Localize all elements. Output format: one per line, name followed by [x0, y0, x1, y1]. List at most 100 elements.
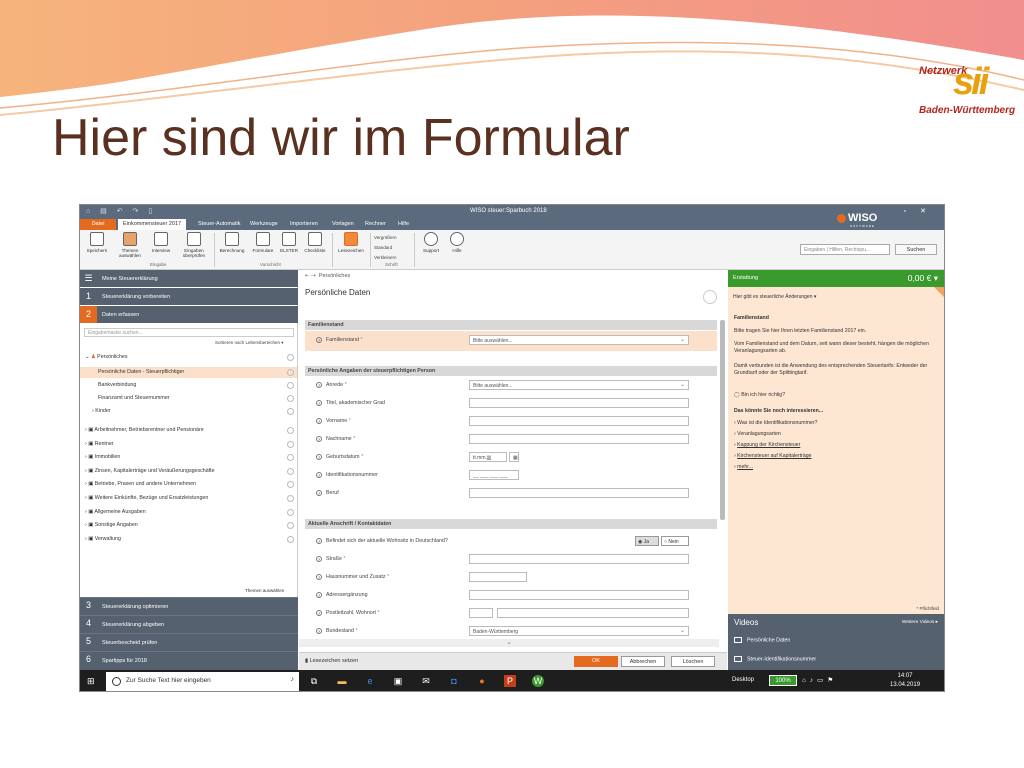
- explorer-icon[interactable]: ▬: [336, 675, 348, 687]
- help-icon[interactable]: ?: [316, 490, 322, 496]
- help-icon[interactable]: ?: [316, 556, 322, 562]
- tree-bankverbindung[interactable]: Bankverbindung: [98, 382, 294, 389]
- berechnung-button[interactable]: Berechnung: [218, 232, 246, 253]
- tree-rentner[interactable]: › ▣ Rentner: [85, 441, 294, 448]
- powerpoint-icon[interactable]: P: [504, 675, 516, 687]
- sidebar-search-input[interactable]: Eingabemaske suchen...: [84, 328, 294, 337]
- sidebar-step-5[interactable]: 5 Steuerbescheid prüfen: [80, 633, 298, 651]
- scroll-down-chevron-icon[interactable]: ⌄: [299, 639, 719, 647]
- breadcrumb[interactable]: ⇠ ⇢ Persönliches: [305, 273, 350, 279]
- themen-auswaehlen-link[interactable]: Themen auswählen: [245, 588, 284, 593]
- quick-access-toolbar[interactable]: ⌂ ▤ ↶ ↷ ▯: [86, 207, 156, 215]
- sidebar-sort-dropdown[interactable]: Sortieren nach Lebensbereichen ▾: [215, 340, 284, 346]
- edge-icon[interactable]: e: [364, 675, 376, 687]
- video-persoenliche-daten[interactable]: Persönliche Daten: [734, 637, 790, 643]
- lesezeichen-button[interactable]: Lesezeichen: [336, 232, 366, 253]
- tree-betriebe[interactable]: › ▣ Betriebe, Praxen und andere Unterneh…: [85, 481, 294, 488]
- desktop-toolbar[interactable]: Desktop: [732, 677, 754, 683]
- anrede-select[interactable]: Bitte auswählen... ⌄: [469, 380, 689, 390]
- sidebar-step-1[interactable]: 1 Steuererklärung vorbereiten: [80, 288, 298, 305]
- calendar-icon[interactable]: ▦: [509, 452, 519, 462]
- link-identifikationsnummer[interactable]: › Was ist die Identifikationsnummer?: [734, 420, 939, 427]
- support-button[interactable]: Support: [418, 232, 444, 253]
- tree-verwaltung[interactable]: › ▣ Verwaltung: [85, 536, 294, 543]
- link-kirchensteuer[interactable]: › Kirchensteuer auf Kapitalerträge: [734, 453, 939, 460]
- tree-allgemeine-ausgaben[interactable]: › ▣ Allgemeine Ausgaben: [85, 509, 294, 516]
- wohnort-input[interactable]: [497, 608, 689, 618]
- help-icon[interactable]: ?: [316, 538, 322, 544]
- tree-persoenliches[interactable]: ⌄ ♟ Persönliches: [85, 354, 294, 361]
- menu-rechner[interactable]: Rechner: [365, 221, 386, 227]
- nachname-input[interactable]: [469, 434, 689, 444]
- search-button[interactable]: Suchen: [895, 244, 937, 255]
- tree-immobilien[interactable]: › ▣ Immobilien: [85, 454, 294, 461]
- video-steuer-id[interactable]: Steuer-Identifikationsnummer: [734, 656, 816, 662]
- mail-icon[interactable]: ✉: [420, 675, 432, 687]
- windows-start-icon[interactable]: ⊞: [87, 676, 95, 687]
- strasse-input[interactable]: [469, 554, 689, 564]
- formulare-button[interactable]: Formulare: [250, 232, 276, 253]
- sidebar-step-4[interactable]: 4 Steuererklärung abgeben: [80, 615, 298, 633]
- tree-kinder[interactable]: › Kinder: [92, 408, 294, 415]
- vorname-input[interactable]: [469, 416, 689, 426]
- vergroessern-button[interactable]: Vergrößern: [374, 235, 397, 240]
- help-icon[interactable]: ?: [316, 574, 322, 580]
- weitere-videos-link[interactable]: Weitere Videos ▸: [902, 620, 938, 625]
- adressergaenzung-input[interactable]: [469, 590, 689, 600]
- global-search-input[interactable]: Eingaben | Hilfen, Rechtspu...: [800, 244, 890, 255]
- help-icon[interactable]: ?: [316, 400, 322, 406]
- link-mehr[interactable]: › mehr...: [734, 464, 939, 471]
- ok-button[interactable]: OK: [574, 656, 618, 667]
- tree-arbeitnehmer[interactable]: › ▣ Arbeitnehmer, Betriebsrentner und Pe…: [85, 427, 294, 434]
- task-view-icon[interactable]: ⧉: [308, 675, 320, 687]
- taskbar-clock[interactable]: 14:07 13.04.2019: [890, 672, 920, 690]
- help-icon[interactable]: ?: [316, 382, 322, 388]
- aenderungen-dropdown[interactable]: Hier gibt es steuerliche Änderungen ▾: [733, 294, 816, 300]
- system-tray-icons[interactable]: ⌂♪▭⚑: [802, 676, 837, 684]
- menu-datei[interactable]: Datei: [80, 219, 116, 230]
- help-icon[interactable]: ?: [316, 337, 322, 343]
- tree-persoenliche-daten[interactable]: Persönliche Daten - Steuerpflichtiger: [98, 369, 294, 376]
- standard-button[interactable]: Standard: [374, 245, 392, 250]
- wiso-taskbar-icon[interactable]: W: [532, 675, 544, 687]
- sidebar-meine-steuererklaerung[interactable]: ☰ Meine Steuererklärung: [80, 270, 298, 287]
- bundesland-select[interactable]: Baden-Württemberg ⌄: [469, 626, 689, 636]
- hausnummer-input[interactable]: [469, 572, 527, 582]
- firefox-icon[interactable]: ●: [476, 675, 488, 687]
- store-icon[interactable]: ▣: [392, 675, 404, 687]
- radio-nein[interactable]: ○ Nein: [661, 536, 689, 546]
- plz-input[interactable]: [469, 608, 493, 618]
- themen-auswaehlen-button[interactable]: Themen auswählen: [116, 232, 144, 258]
- help-icon[interactable]: ?: [316, 592, 322, 598]
- menu-hilfe[interactable]: Hilfe: [398, 221, 409, 227]
- tree-weitere-einkuenfte[interactable]: › ▣ Weitere Einkünfte, Bezüge und Ersatz…: [85, 495, 294, 502]
- bin-ich-richtig-link[interactable]: ◯ Bin ich hier richtig?: [734, 392, 939, 399]
- menu-steuer-automatik[interactable]: Steuer-Automatik: [198, 221, 241, 227]
- familienstand-select[interactable]: Bitte auswählen... ⌄: [469, 335, 689, 345]
- idnr-input[interactable]: __ ___ ___ ___: [469, 470, 519, 480]
- menu-importieren[interactable]: Importieren: [290, 221, 318, 227]
- outlook-icon[interactable]: ◘: [448, 675, 460, 687]
- abbrechen-button[interactable]: Abbrechen: [621, 656, 665, 667]
- tree-zinsen[interactable]: › ▣ Zinsen, Kapitalerträge und Veräußeru…: [85, 468, 294, 475]
- loeschen-button[interactable]: Löschen: [671, 656, 715, 667]
- link-veranlagungsarten[interactable]: › Veranlagungsarten: [734, 431, 939, 438]
- menu-werkzeuge[interactable]: Werkzeuge: [250, 221, 278, 227]
- sidebar-step-3[interactable]: 3 Steuererklärung optimieren: [80, 597, 298, 615]
- tree-sonstige-angaben[interactable]: › ▣ Sonstige Angaben: [85, 522, 294, 529]
- sidebar-step-2[interactable]: 2 Daten erfassen: [80, 306, 298, 323]
- help-icon[interactable]: ?: [316, 610, 322, 616]
- verkleinern-button[interactable]: Verkleinern: [374, 255, 397, 260]
- menu-vorlagen[interactable]: Vorlagen: [332, 221, 354, 227]
- help-icon[interactable]: ?: [316, 472, 322, 478]
- help-icon[interactable]: ?: [316, 436, 322, 442]
- sidebar-step-6[interactable]: 6 Spartipps für 2018: [80, 651, 298, 669]
- hilfe-button[interactable]: Hilfe: [446, 232, 468, 253]
- main-scrollbar[interactable]: [720, 320, 725, 520]
- tree-finanzamt[interactable]: Finanzamt und Steuernummer: [98, 395, 294, 402]
- window-controls[interactable]: ▫✕: [904, 207, 940, 215]
- elster-button[interactable]: ELSTER: [278, 232, 300, 253]
- taskbar-search-input[interactable]: Zur Suche Text hier eingeben ♪: [106, 672, 299, 691]
- speichern-button[interactable]: Speichern: [84, 232, 110, 253]
- menu-einkommensteuer[interactable]: Einkommensteuer 2017: [118, 219, 187, 230]
